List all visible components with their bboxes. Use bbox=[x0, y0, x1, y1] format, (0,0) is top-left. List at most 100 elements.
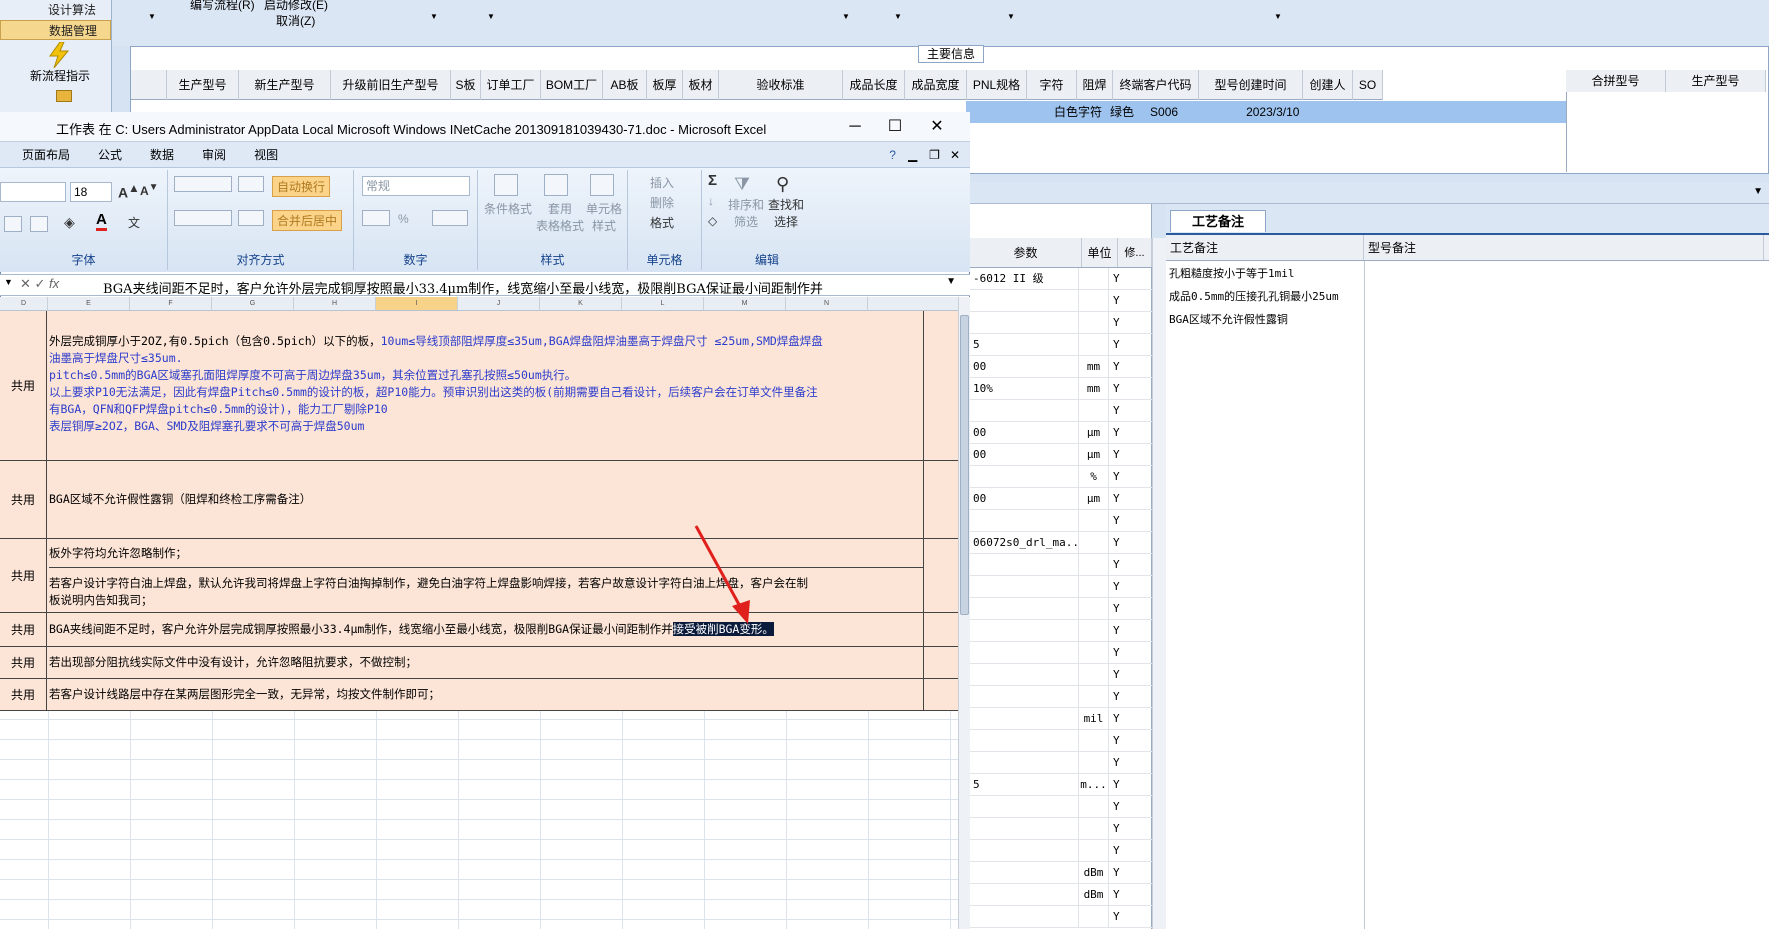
merge-center-button[interactable]: 合并后居中 bbox=[272, 210, 343, 231]
col-header-j[interactable]: J bbox=[458, 297, 540, 310]
col-header[interactable]: 板厚 bbox=[647, 70, 683, 100]
formula-expand-icon[interactable]: ▼ bbox=[946, 276, 956, 287]
borders-dropdown-icon[interactable] bbox=[30, 216, 48, 232]
col-header[interactable]: 板材 bbox=[683, 70, 719, 100]
dropdown-arrow-icon[interactable]: ▼ bbox=[1007, 12, 1015, 21]
param-row[interactable]: Y bbox=[970, 906, 1152, 928]
tab-view[interactable]: 视图 bbox=[240, 142, 292, 167]
dropdown-arrow-icon[interactable]: ▼ bbox=[894, 12, 902, 21]
col-header-f[interactable]: F bbox=[130, 297, 212, 310]
param-row[interactable]: Y bbox=[970, 730, 1152, 752]
font-color-icon[interactable]: A bbox=[96, 212, 107, 231]
param-row[interactable]: 00 mm Y bbox=[970, 356, 1152, 378]
tab-formulas[interactable]: 公式 bbox=[84, 142, 136, 167]
scroll-thumb[interactable] bbox=[960, 315, 969, 615]
orientation-icon[interactable] bbox=[238, 176, 264, 192]
col-header[interactable]: 生产型号 bbox=[167, 70, 239, 100]
delete-button[interactable]: 删除 bbox=[650, 194, 674, 211]
number-format-select[interactable]: 常规 bbox=[362, 176, 470, 196]
param-row[interactable]: mil Y bbox=[970, 708, 1152, 730]
col-header[interactable]: 验收标准 bbox=[719, 70, 843, 100]
collapse-arrow-icon[interactable]: ▼ bbox=[1753, 186, 1763, 197]
col-header-g[interactable]: G bbox=[212, 297, 294, 310]
sheet-row[interactable]: 共用 外层完成铜厚小于2OZ,有0.5pich（包含0.5pich）以下的板，1… bbox=[0, 311, 958, 461]
param-row[interactable]: % Y bbox=[970, 466, 1152, 488]
conditional-format-button[interactable]: 条件格式 bbox=[484, 200, 532, 217]
col-header-m[interactable]: M bbox=[704, 297, 786, 310]
param-row[interactable]: Y bbox=[970, 576, 1152, 598]
formula-buttons-icon[interactable]: ✕ ✓ fx bbox=[20, 276, 59, 292]
param-row[interactable]: Y bbox=[970, 312, 1152, 334]
col-header[interactable]: 型号备注 bbox=[1364, 235, 1764, 260]
col-header[interactable]: SO bbox=[1353, 70, 1383, 100]
sheet-row[interactable]: 共用 板外字符均允许忽略制作； 若客户设计字符白油上焊盘，默认允许我司将焊盘上字… bbox=[0, 539, 958, 613]
find-select-button[interactable]: 查找和 选择 bbox=[768, 196, 804, 230]
nav-item-data-management[interactable]: 数据管理 bbox=[0, 20, 111, 40]
minimize-button[interactable]: ─ bbox=[840, 116, 870, 138]
param-row[interactable]: Y bbox=[970, 510, 1152, 532]
param-row[interactable]: Y bbox=[970, 620, 1152, 642]
ribbon-close-icon[interactable]: ✕ bbox=[946, 142, 970, 167]
param-row[interactable]: Y bbox=[970, 554, 1152, 576]
dropdown-arrow-icon[interactable]: ▼ bbox=[1274, 12, 1282, 21]
clear-icon[interactable]: ◇ bbox=[708, 214, 717, 228]
sheet-row[interactable]: 共用 若出现部分阻抗线实际文件中没有设计，允许忽略阻抗要求，不做控制； bbox=[0, 647, 958, 679]
font-name-select[interactable] bbox=[0, 182, 66, 202]
col-header[interactable]: 型号创建时间 bbox=[1199, 70, 1303, 100]
main-info-selected-row[interactable]: 白色字符 绿色 S006 2023/3/10 bbox=[966, 101, 1566, 123]
param-row[interactable]: Y bbox=[970, 796, 1152, 818]
col-header[interactable]: 修... bbox=[1118, 238, 1152, 267]
col-header[interactable]: 新生产型号 bbox=[239, 70, 331, 100]
format-button[interactable]: 格式 bbox=[650, 214, 674, 231]
table-format-icon[interactable] bbox=[544, 174, 568, 196]
border-icon[interactable] bbox=[4, 216, 22, 232]
param-row[interactable]: Y bbox=[970, 290, 1152, 312]
tab-review[interactable]: 审阅 bbox=[188, 142, 240, 167]
help-icon[interactable]: ? bbox=[883, 142, 902, 167]
col-header-i[interactable]: I bbox=[376, 297, 458, 310]
param-row[interactable]: Y bbox=[970, 642, 1152, 664]
dropdown-arrow-icon[interactable]: ▼ bbox=[148, 12, 156, 21]
vertical-align-icon[interactable] bbox=[174, 176, 232, 192]
new-flow-button[interactable]: 新流程指示 bbox=[30, 67, 90, 84]
indent-icon[interactable] bbox=[238, 210, 264, 226]
param-row[interactable]: dBm Y bbox=[970, 884, 1152, 906]
sheet-row[interactable]: 共用 BGA区域不允许假性露铜（阻焊和终检工序需备注） bbox=[0, 461, 958, 539]
param-row[interactable]: Y bbox=[970, 840, 1152, 862]
edit-flow-button[interactable]: 编写流程(R) bbox=[190, 0, 255, 13]
col-header[interactable]: AB板 bbox=[603, 70, 647, 100]
param-row[interactable]: Y bbox=[970, 400, 1152, 422]
shrink-font-icon[interactable]: A▼ bbox=[140, 182, 159, 198]
param-row[interactable]: dBm Y bbox=[970, 862, 1152, 884]
col-header[interactable]: 工艺备注 bbox=[1166, 235, 1364, 260]
sheet-scrollbar[interactable] bbox=[958, 297, 970, 929]
col-header[interactable]: 参数 bbox=[970, 238, 1082, 267]
param-row[interactable]: 5 m... Y bbox=[970, 774, 1152, 796]
col-header-e[interactable]: E bbox=[48, 297, 130, 310]
col-header[interactable]: 成品宽度 bbox=[905, 70, 967, 100]
col-header-h[interactable]: H bbox=[294, 297, 376, 310]
col-header[interactable]: PNL规格 bbox=[967, 70, 1027, 100]
maximize-button[interactable]: ☐ bbox=[880, 116, 910, 138]
tab-data[interactable]: 数据 bbox=[136, 142, 188, 167]
sort-filter-button[interactable]: 排序和 筛选 bbox=[728, 196, 764, 230]
param-row[interactable]: Y bbox=[970, 598, 1152, 620]
horizontal-align-icon[interactable] bbox=[174, 210, 232, 226]
dropdown-arrow-icon[interactable]: ▼ bbox=[842, 12, 850, 21]
param-row[interactable]: Y bbox=[970, 686, 1152, 708]
col-header[interactable]: 成品长度 bbox=[843, 70, 905, 100]
tab-page-layout[interactable]: 页面布局 bbox=[0, 142, 84, 167]
decimal-icon[interactable] bbox=[432, 210, 468, 226]
col-header[interactable]: 单位 bbox=[1082, 238, 1118, 267]
param-row[interactable]: Y bbox=[970, 752, 1152, 774]
param-row[interactable]: 00 μm Y bbox=[970, 488, 1152, 510]
col-header[interactable]: 字符 bbox=[1027, 70, 1077, 100]
percent-icon[interactable]: % bbox=[398, 212, 409, 226]
ribbon-minimize-icon[interactable]: ▁ bbox=[902, 142, 923, 167]
dropdown-arrow-icon[interactable]: ▼ bbox=[430, 12, 438, 21]
wrap-text-button[interactable]: 自动换行 bbox=[272, 176, 331, 197]
col-header[interactable]: S板 bbox=[451, 70, 481, 100]
sheet-row[interactable]: 共用 BGA夹线间距不足时，客户允许外层完成铜厚按照最小33.4μm制作，线宽缩… bbox=[0, 613, 958, 647]
phonetic-icon[interactable]: 文 bbox=[128, 214, 140, 231]
param-row[interactable]: 06072s0_drl_ma... Y bbox=[970, 532, 1152, 554]
